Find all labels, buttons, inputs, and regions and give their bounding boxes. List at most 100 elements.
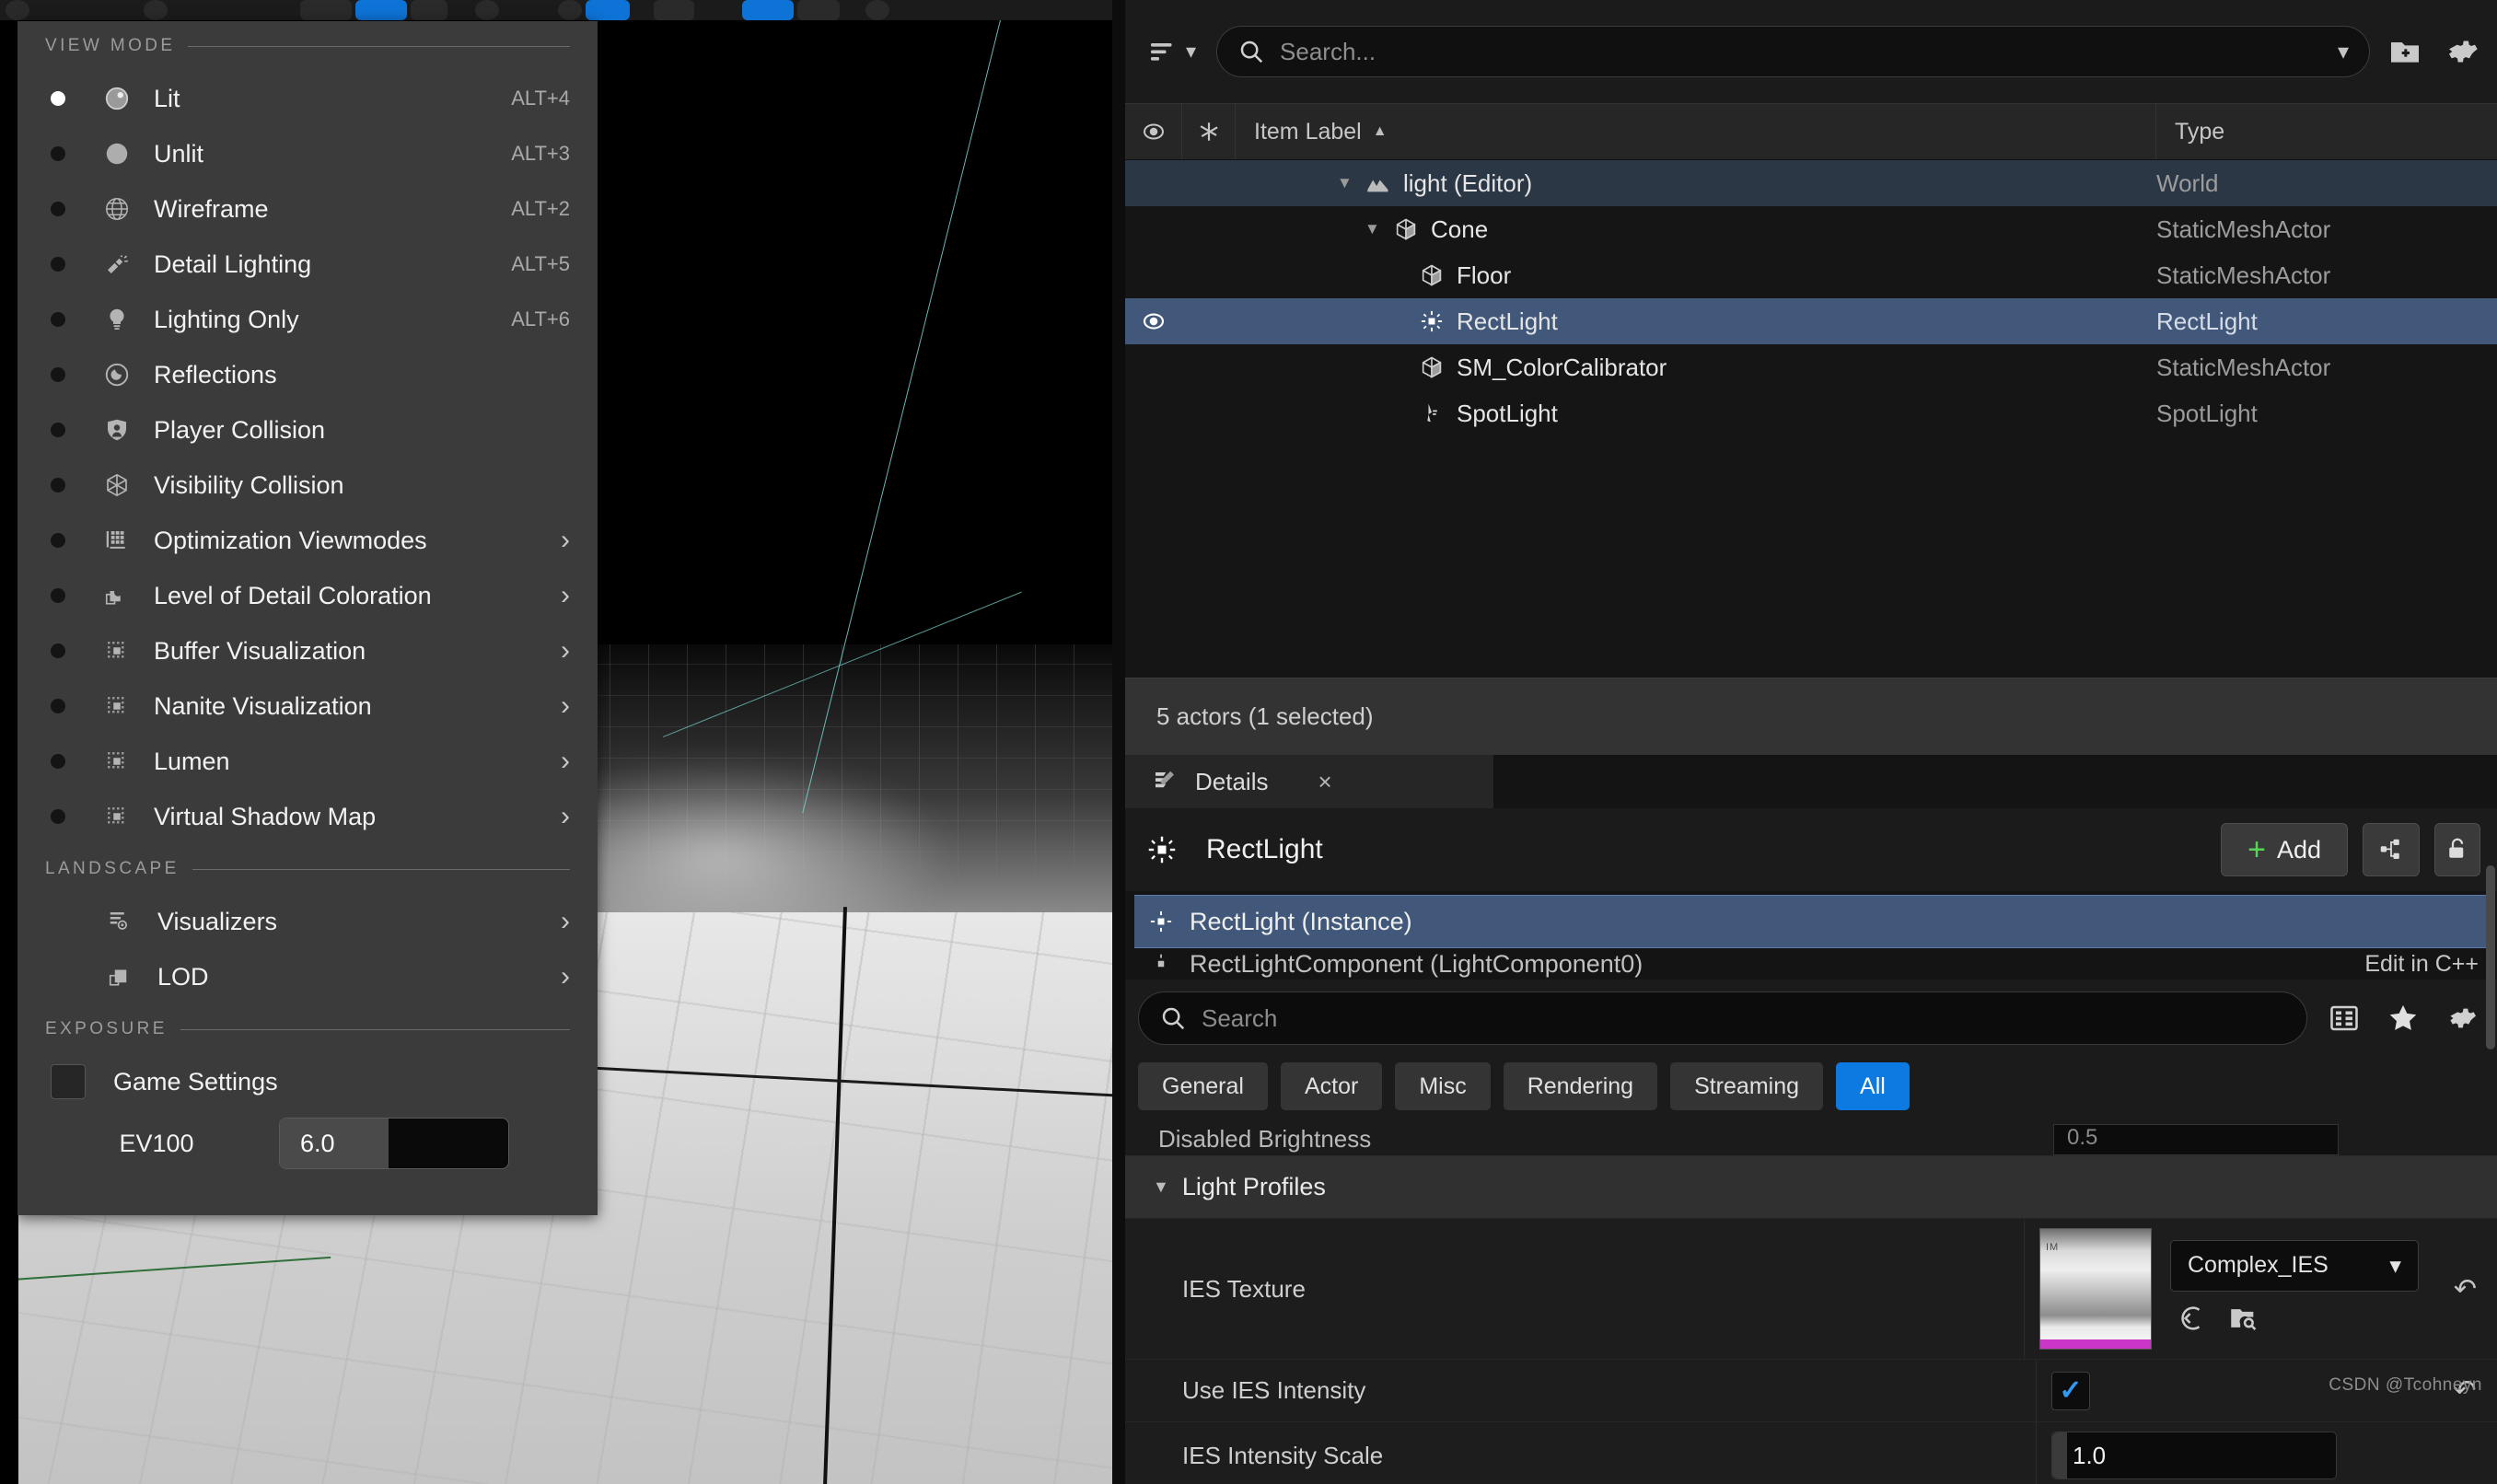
- tab-streaming[interactable]: Streaming: [1670, 1062, 1824, 1110]
- property-value-cell[interactable]: IM Complex_IES ▾: [2025, 1219, 2433, 1359]
- tab-actor[interactable]: Actor: [1280, 1062, 1383, 1110]
- favorites-star-icon[interactable]: [2381, 996, 2425, 1040]
- menu-item-unlit[interactable]: Unlit ALT+3: [17, 126, 598, 181]
- outliner-row-cone[interactable]: ▼ Cone StaticMeshActor: [1125, 206, 2497, 252]
- close-icon[interactable]: ×: [1318, 768, 1331, 796]
- radio-indicator[interactable]: [51, 588, 65, 603]
- menu-item-lod[interactable]: LOD ›: [17, 949, 598, 1004]
- outliner-row-spotlight[interactable]: SpotLight SpotLight: [1125, 390, 2497, 436]
- category-expander-icon[interactable]: ▼: [1153, 1177, 1169, 1197]
- level-viewport[interactable]: VIEW MODE Lit ALT+4 Unlit ALT+3 Wirefram…: [0, 0, 1112, 1484]
- toolbar-icon-snap[interactable]: [475, 0, 499, 20]
- radio-indicator[interactable]: [51, 257, 65, 272]
- component-list[interactable]: RectLight (Instance) RectLightComponent …: [1125, 891, 2497, 980]
- property-row-ies-intensity-scale[interactable]: IES Intensity Scale 1.0: [1125, 1422, 2497, 1484]
- menu-item-player-collision[interactable]: Player Collision: [17, 402, 598, 458]
- lock-details-button[interactable]: [2434, 823, 2480, 876]
- menu-item-buffer-visualization[interactable]: Buffer Visualization ›: [17, 623, 598, 678]
- add-folder-icon[interactable]: [2383, 29, 2427, 74]
- radio-indicator[interactable]: [51, 754, 65, 769]
- toolbar-button-viewmode[interactable]: [742, 0, 794, 20]
- menu-item-lit[interactable]: Lit ALT+4: [17, 71, 598, 126]
- browse-to-asset-icon[interactable]: [2227, 1303, 2259, 1339]
- radio-indicator[interactable]: [51, 91, 65, 106]
- menu-item-lighting-only[interactable]: Lighting Only ALT+6: [17, 292, 598, 347]
- outliner-filter-button[interactable]: ▾: [1138, 35, 1203, 68]
- component-row-rectlight-instance[interactable]: RectLight (Instance): [1134, 895, 2488, 948]
- chevron-down-icon[interactable]: ▾: [2338, 39, 2349, 65]
- tab-all[interactable]: All: [1836, 1062, 1910, 1110]
- viewport-toolbar[interactable]: [0, 0, 1112, 20]
- panel-splitter[interactable]: [1112, 0, 1125, 1484]
- details-property-list[interactable]: Disabled Brightness 0.5 ▼ Light Profiles…: [1125, 1123, 2497, 1484]
- toolbar-button-more[interactable]: [797, 0, 840, 20]
- edit-in-cpp-link[interactable]: Edit in C++: [2364, 951, 2488, 978]
- menu-item-nanite-visualization[interactable]: Nanite Visualization ›: [17, 678, 598, 734]
- details-settings-icon[interactable]: [2440, 996, 2484, 1040]
- radio-indicator[interactable]: [51, 533, 65, 548]
- toolbar-icon-1[interactable]: [144, 0, 168, 20]
- radio-indicator[interactable]: [51, 643, 65, 658]
- outliner-search-input[interactable]: Search... ▾: [1216, 26, 2370, 77]
- menu-item-level-of-detail-coloration[interactable]: Level of Detail Coloration ›: [17, 568, 598, 623]
- menu-item-lumen[interactable]: Lumen ›: [17, 734, 598, 789]
- details-tab-bar[interactable]: Details ×: [1125, 755, 2497, 808]
- menu-item-detail-lighting[interactable]: Detail Lighting ALT+5: [17, 237, 598, 292]
- outliner-row-light-editor[interactable]: ▼ light (Editor) World: [1125, 160, 2497, 206]
- gear-icon[interactable]: [2440, 29, 2484, 74]
- details-search-input[interactable]: Search: [1138, 991, 2307, 1045]
- type-column-header[interactable]: Type: [2156, 104, 2497, 159]
- tab-rendering[interactable]: Rendering: [1503, 1062, 1658, 1110]
- visibility-column-header[interactable]: [1125, 104, 1182, 159]
- toolbar-icon-0[interactable]: [6, 0, 29, 20]
- game-settings-checkbox[interactable]: [51, 1064, 86, 1099]
- toolbar-button-grid-active[interactable]: [586, 0, 630, 20]
- property-row-use-ies-intensity[interactable]: Use IES Intensity ✓ ↶: [1125, 1360, 2497, 1422]
- property-value-cell[interactable]: 1.0: [2037, 1422, 2433, 1484]
- use-selected-asset-icon[interactable]: [2176, 1303, 2207, 1339]
- reset-to-default-icon[interactable]: ↶: [2433, 1219, 2497, 1359]
- property-row-disabled-brightness[interactable]: Disabled Brightness 0.5: [1125, 1123, 2497, 1156]
- ies-texture-thumbnail[interactable]: IM: [2038, 1228, 2152, 1350]
- column-layout-icon[interactable]: [2322, 996, 2366, 1040]
- radio-indicator[interactable]: [51, 146, 65, 161]
- toolbar-icon-settings[interactable]: [865, 0, 889, 20]
- blueprint-graph-button[interactable]: [2363, 823, 2420, 876]
- row-visibility-toggle[interactable]: [1125, 307, 1182, 335]
- menu-item-wireframe[interactable]: Wireframe ALT+2: [17, 181, 598, 237]
- radio-indicator[interactable]: [51, 478, 65, 493]
- expander-icon[interactable]: ▼: [1337, 174, 1353, 192]
- ies-texture-dropdown[interactable]: Complex_IES ▾: [2169, 1239, 2419, 1292]
- tab-misc[interactable]: Misc: [1395, 1062, 1491, 1110]
- toolbar-button-camera[interactable]: [654, 0, 694, 20]
- radio-indicator[interactable]: [51, 699, 65, 713]
- menu-item-visibility-collision[interactable]: Visibility Collision: [17, 458, 598, 513]
- reset-to-default-icon[interactable]: [2433, 1422, 2497, 1484]
- radio-indicator[interactable]: [51, 367, 65, 382]
- radio-indicator[interactable]: [51, 312, 65, 327]
- ev100-slider[interactable]: 6.0: [279, 1118, 509, 1169]
- menu-item-game-settings[interactable]: Game Settings: [17, 1054, 598, 1109]
- category-light-profiles[interactable]: ▼ Light Profiles: [1125, 1156, 2497, 1219]
- property-value[interactable]: 0.5: [2053, 1123, 2339, 1155]
- outliner-empty-area[interactable]: [1125, 436, 2497, 678]
- outliner-tree[interactable]: ▼ light (Editor) World ▼ Cone StaticMesh…: [1125, 160, 2497, 678]
- radio-indicator[interactable]: [51, 202, 65, 216]
- outliner-row-sm-colorcalibrator[interactable]: SM_ColorCalibrator StaticMeshActor: [1125, 344, 2497, 390]
- view-mode-menu[interactable]: VIEW MODE Lit ALT+4 Unlit ALT+3 Wirefram…: [17, 21, 598, 1215]
- menu-item-reflections[interactable]: Reflections: [17, 347, 598, 402]
- toolbar-button-select[interactable]: [300, 0, 352, 20]
- menu-item-virtual-shadow-map[interactable]: Virtual Shadow Map ›: [17, 789, 598, 844]
- add-component-button[interactable]: + Add: [2221, 823, 2348, 876]
- toolbar-button-rotate[interactable]: [411, 0, 447, 20]
- pin-column-header[interactable]: [1182, 104, 1236, 159]
- ies-intensity-scale-input[interactable]: 1.0: [2051, 1432, 2337, 1479]
- expander-icon[interactable]: ▼: [1365, 220, 1381, 238]
- toolbar-button-translate[interactable]: [355, 0, 407, 20]
- details-search-row[interactable]: Search: [1125, 980, 2497, 1057]
- item-label-column-header[interactable]: Item Label ▲: [1236, 104, 2156, 159]
- menu-item-optimization-viewmodes[interactable]: Optimization Viewmodes ›: [17, 513, 598, 568]
- outliner-toolbar[interactable]: ▾ Search... ▾: [1125, 0, 2497, 103]
- ev100-row[interactable]: EV100 6.0: [17, 1109, 598, 1177]
- radio-indicator[interactable]: [51, 809, 65, 824]
